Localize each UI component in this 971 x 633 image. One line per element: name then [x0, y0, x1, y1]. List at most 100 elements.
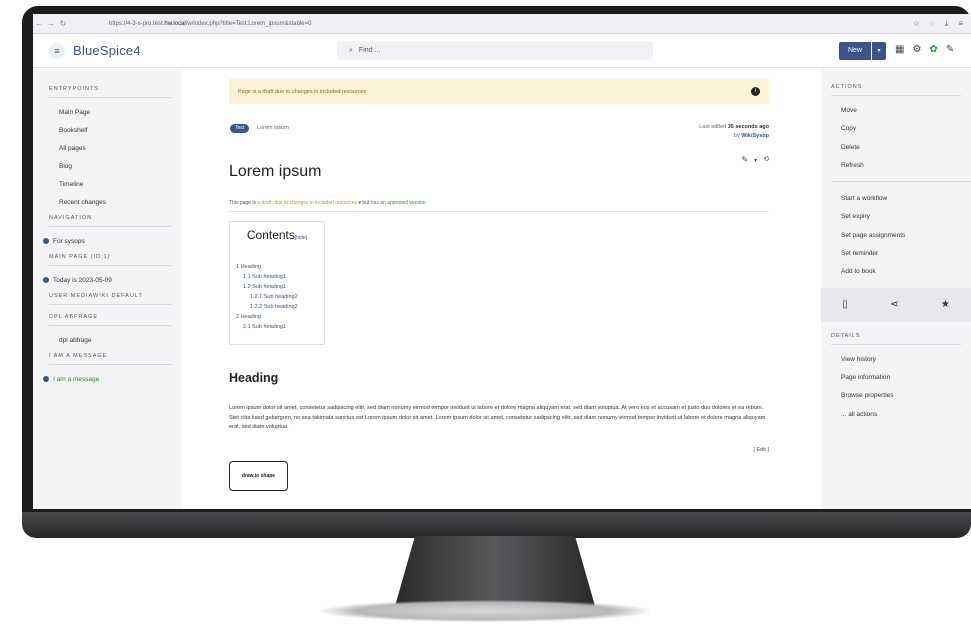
navigation-heading: NAVIGATION [49, 215, 93, 221]
toc-title: Contents[hide] [236, 228, 318, 242]
sidebar-item-blog[interactable]: Blog [33, 158, 181, 176]
divider [831, 95, 961, 96]
divider [49, 265, 171, 266]
toc-entry[interactable]: 1.2 Sub heading1 [236, 282, 318, 292]
logo[interactable]: BlueSpice4 [73, 43, 141, 58]
gear-icon[interactable]: ⚙ [912, 44, 921, 55]
tag-text: Lorem ipsum [257, 125, 289, 131]
forward-icon[interactable]: → [45, 19, 57, 28]
sidebar-item-timeline[interactable]: Timeline [33, 176, 181, 194]
sidebar-item-message[interactable]: I am a message [33, 371, 181, 389]
chevron-down-icon[interactable]: ▾ [872, 42, 887, 60]
page-icon-bar: ▯ ⋖ ★ [821, 287, 971, 322]
grid-icon[interactable]: ▦ [895, 44, 904, 55]
chevron-down-icon[interactable]: ▾ [754, 155, 757, 167]
sidebar-item-label: For sysops [53, 238, 85, 245]
monitor-stand-foot [320, 600, 650, 622]
share-icon[interactable]: ⋖ [890, 299, 898, 310]
back-icon[interactable]: ← [33, 19, 45, 28]
draft-notice: Page is a draft due to changes in includ… [229, 79, 769, 104]
action-set-reminder[interactable]: Set reminder [821, 245, 971, 263]
sidebar-item-all-pages[interactable]: All pages [33, 140, 181, 158]
sidebar-item-main-page[interactable]: Main Page [33, 104, 181, 122]
divider [49, 226, 171, 227]
page-title: Lorem ipsum [229, 163, 322, 180]
search-placeholder: Find ... [358, 47, 381, 54]
right-sidebar: ACTIONS Move Copy Delete Refresh Start a… [821, 69, 971, 509]
action-copy[interactable]: Copy [821, 120, 971, 138]
toc-heading: Contents [246, 228, 295, 242]
sidebar-item-recent-changes[interactable]: Recent changes [33, 194, 181, 212]
shield-icon[interactable]: ◌ [930, 19, 935, 29]
info-icon[interactable]: i [751, 87, 760, 96]
action-refresh[interactable]: Refresh [821, 157, 971, 175]
user-mediawiki-heading: USER:MEDIAWIKI DEFAULT [49, 293, 143, 299]
main-page-heading: MAIN PAGE (ID:1) [49, 254, 111, 260]
last-edited: Last edited 35 seconds ago by WikiSysop [699, 123, 769, 141]
page-tools: ✎ ▾ ⟲ [741, 155, 769, 167]
status-prefix: This page is [229, 200, 256, 206]
edit-link[interactable]: [ Edit ] [753, 447, 769, 453]
sidebar-item-for-sysops[interactable]: For sysops [33, 233, 181, 251]
action-start-workflow[interactable]: Start a workflow [821, 190, 971, 208]
star-icon[interactable]: ★ [941, 299, 950, 310]
last-edited-prefix: Last edited [699, 124, 727, 130]
action-set-expiry[interactable]: Set expiry [821, 208, 971, 226]
sidebar-item-bookshelf[interactable]: Bookshelf [33, 122, 181, 140]
toc-entry[interactable]: 2 Heading [236, 312, 318, 322]
chevron-right-icon [43, 277, 49, 283]
chevron-right-icon [43, 238, 49, 244]
notice-text: Page is a draft due to changes in includ… [238, 88, 367, 95]
divider [49, 325, 171, 326]
address-bar[interactable]: https://4-3-x-pro.test.hw.local/w/index.… [109, 21, 311, 27]
toc-entry[interactable]: 1 Heading [236, 262, 318, 272]
approval-status: This page is a draft, due to changes in … [229, 200, 426, 206]
divider [49, 304, 171, 305]
toc-entry[interactable]: 2.1 Sub heading1 [236, 322, 318, 332]
reload-icon[interactable]: ↻ [57, 19, 69, 28]
details-heading: DETAILS [831, 332, 861, 339]
status-approved-link[interactable]: has an approved version [371, 200, 426, 206]
action-set-page-assignments[interactable]: Set page assignments [821, 227, 971, 245]
sidebar-item-dpl[interactable]: dpl abfrage [33, 332, 181, 350]
search-input[interactable]: ⌕ Find ... [337, 41, 653, 60]
last-edited-user-link[interactable]: WikiSysop [741, 133, 769, 139]
toc-entry[interactable]: 1.2.1 Sub heading2 [236, 292, 318, 302]
bookmark-icon[interactable]: ☆ [913, 19, 920, 29]
chevron-right-icon [43, 376, 49, 382]
actions-heading: ACTIONS [831, 84, 863, 90]
avatar[interactable]: ✿ [929, 44, 937, 55]
toc-entry[interactable]: 1.1 Sub heading1 [236, 272, 318, 282]
action-add-to-book[interactable]: Add to book [821, 263, 971, 281]
wrench-icon[interactable]: ✎ [946, 44, 954, 55]
action-move[interactable]: Move [821, 102, 971, 120]
hamburger-icon[interactable]: ≡ [49, 42, 65, 59]
toc-hide-link[interactable]: [hide] [295, 235, 307, 241]
divider [831, 181, 971, 183]
sidebar-item-label: Today is 2023-05-09 [53, 277, 112, 284]
main-content: Page is a draft due to changes in includ… [181, 69, 821, 509]
pencil-icon[interactable]: ✎ [741, 155, 748, 167]
status-draft-link[interactable]: a draft, due to changes in included reso… [257, 200, 357, 206]
browser-actions: ☆ ◌ ⤓ ≡ [913, 19, 971, 29]
watch-icon[interactable]: ⟲ [763, 155, 769, 167]
screen: ← → ↻ https://4-3-x-pro.test.hw.local/w/… [33, 14, 971, 509]
action-delete[interactable]: Delete [821, 139, 971, 157]
file-icon[interactable]: ▯ [842, 299, 848, 310]
category-tag[interactable]: Test [230, 124, 250, 133]
details-view-history[interactable]: View history [821, 351, 971, 369]
menu-icon[interactable]: ≡ [958, 19, 963, 29]
section-heading: Heading [229, 371, 279, 385]
toc-entries: 1 Heading 1.1 Sub heading1 1.2 Sub heading… [236, 262, 318, 332]
left-sidebar: ENTRYPOINTS Main Page Bookshelf All page… [33, 69, 181, 509]
drawio-shape[interactable]: draw.io shape [229, 461, 288, 491]
new-button[interactable]: New [839, 42, 872, 60]
details-browse-properties[interactable]: Browse properties [821, 387, 971, 405]
details-all-actions[interactable]: ... all actions [821, 406, 971, 424]
toc-entry[interactable]: 1.2.2 Sub heading2 [236, 302, 318, 312]
download-icon[interactable]: ⤓ [945, 19, 949, 29]
header-icons: ▦ ⚙ ✿ ✎ [895, 44, 954, 55]
divider [831, 343, 961, 345]
sidebar-item-today[interactable]: Today is 2023-05-09 [33, 272, 181, 290]
details-page-information[interactable]: Page information [821, 369, 971, 387]
